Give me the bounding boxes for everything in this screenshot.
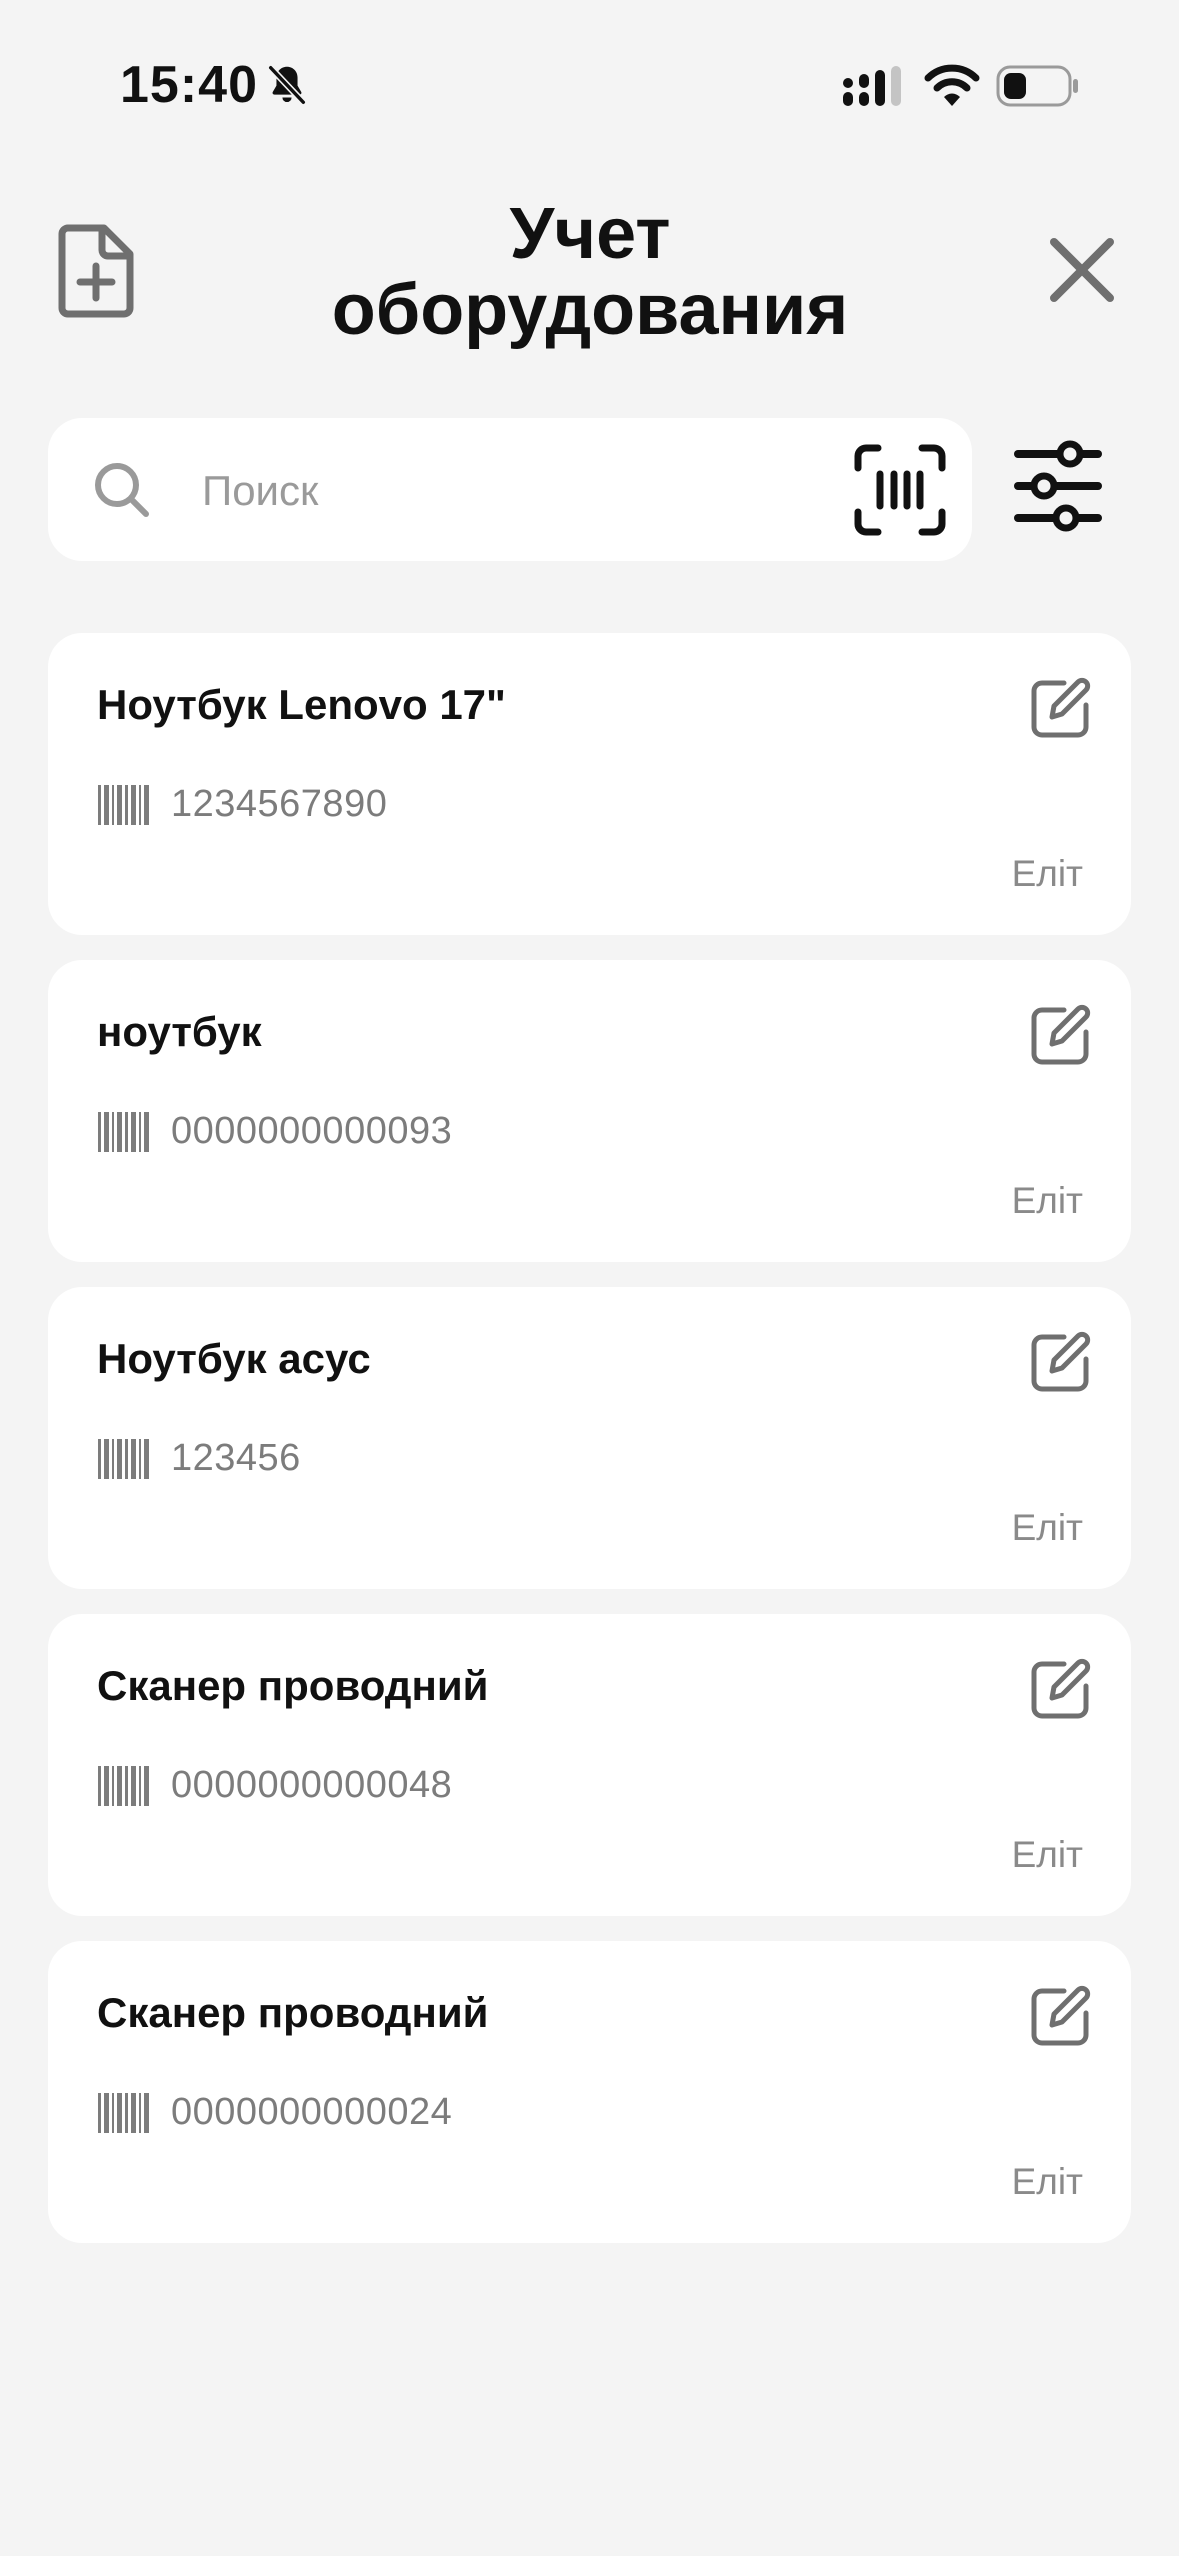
add-document-button[interactable] [58, 224, 134, 318]
bell-off-icon [268, 65, 306, 105]
edit-icon[interactable] [1028, 1983, 1094, 2049]
page-title-line2: оборудования [331, 270, 849, 350]
item-title: ноутбук [97, 1008, 262, 1055]
search-box [48, 418, 972, 561]
item-title: Ноутбук асус [97, 1335, 371, 1382]
page-title-line1: Учет [509, 194, 671, 274]
item-code: 123456 [171, 1437, 301, 1479]
barcode-icon [98, 1439, 149, 1479]
close-button[interactable] [1046, 234, 1118, 306]
item-title: Ноутбук Lenovo 17" [97, 681, 506, 728]
wifi-icon [924, 64, 980, 106]
item-owner: Еліт [1011, 853, 1083, 894]
page-title: Учет оборудования [240, 196, 940, 348]
item-title: Сканер проводний [97, 1662, 489, 1709]
filter-sliders-icon[interactable] [1012, 438, 1104, 534]
item-code: 0000000000024 [171, 2091, 453, 2133]
item-owner: Еліт [1011, 1507, 1083, 1548]
barcode-icon [98, 1766, 149, 1806]
list-item[interactable]: Сканер проводний 0000000000024 Еліт [48, 1941, 1131, 2243]
list-item[interactable]: Ноутбук Lenovo 17" 1234567890 Еліт [48, 633, 1131, 935]
item-owner: Еліт [1011, 1180, 1083, 1221]
item-title: Сканер проводний [97, 1989, 489, 2036]
list-item[interactable]: ноутбук 0000000000093 Еліт [48, 960, 1131, 1262]
edit-icon[interactable] [1028, 1002, 1094, 1068]
item-code: 0000000000093 [171, 1110, 453, 1152]
edit-icon[interactable] [1028, 1329, 1094, 1395]
signal-icon [843, 66, 901, 106]
barcode-scan-icon[interactable] [854, 444, 946, 536]
item-owner: Еліт [1011, 1834, 1083, 1875]
barcode-icon [98, 2093, 149, 2133]
list-item[interactable]: Сканер проводний 0000000000048 Еліт [48, 1614, 1131, 1916]
list-item[interactable]: Ноутбук асус 123456 Еліт [48, 1287, 1131, 1589]
search-input[interactable] [200, 458, 844, 524]
status-time: 15:40 [120, 56, 258, 114]
item-code: 0000000000048 [171, 1764, 453, 1806]
edit-icon[interactable] [1028, 675, 1094, 741]
search-icon [95, 463, 149, 517]
barcode-icon [98, 1112, 149, 1152]
status-bar: 15:40 [0, 0, 1179, 150]
item-owner: Еліт [1011, 2161, 1083, 2202]
barcode-icon [98, 785, 149, 825]
item-code: 1234567890 [171, 783, 388, 825]
battery-icon [996, 65, 1078, 107]
edit-icon[interactable] [1028, 1656, 1094, 1722]
